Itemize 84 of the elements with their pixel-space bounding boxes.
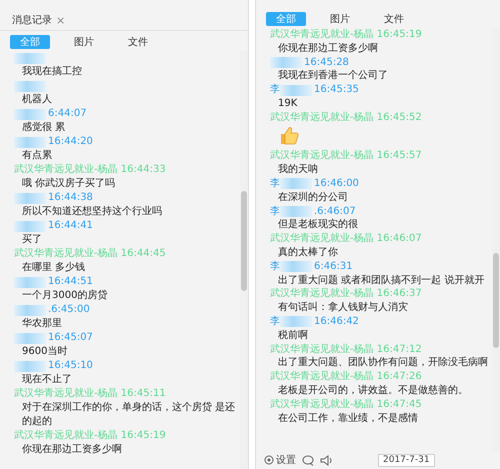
sender-name: 李: [270, 204, 280, 218]
sender-name: 李: [270, 260, 280, 274]
message-time: 16:46:00: [314, 176, 359, 191]
message-text: 但是老板现实的很: [277, 218, 359, 232]
sender-line: 武汉华青远见就业-杨晶 16:47:12: [270, 342, 422, 356]
message-text: 对于在深圳工作的你，单身的话，这个房贷 是还的起的: [21, 401, 236, 429]
message-text: 你现在那边工资多少啊: [277, 42, 379, 56]
blurred-name: [280, 316, 312, 328]
message-text: 我现在到香港一个公司了: [277, 69, 389, 84]
chat-bubble-icon: [302, 454, 314, 466]
tab-title: 消息记录: [12, 14, 52, 27]
message-text: 在哪里 多少钱: [21, 261, 86, 275]
blurred-name: [14, 276, 46, 288]
blurred-name: [14, 108, 46, 120]
blurred-name: [280, 178, 312, 190]
sender-name: 李: [270, 83, 280, 97]
blurred-name: [14, 304, 46, 316]
message-time: 16:45:28: [304, 56, 349, 70]
message-text: 在公司工作，靠业绩，不是感情: [277, 412, 419, 426]
sender-line: 武汉华青远见就业-杨晶 16:44:33: [14, 163, 166, 177]
sender-line: 武汉华青远见就业-杨晶 16:46:37: [270, 287, 422, 302]
sender-line: 武汉华青远见就业-杨晶 16:45:19: [270, 28, 422, 42]
filter-tab[interactable]: 图片: [64, 35, 104, 49]
sender-line: 武汉华青远见就业-杨晶 16:45:19: [14, 429, 166, 443]
message-text: 买了: [21, 233, 43, 247]
speaker-icon: [320, 454, 332, 466]
blurred-name: [14, 136, 46, 148]
blurred-name: [14, 360, 46, 372]
thumbs-up-icon: [278, 124, 300, 145]
message-time: 16:44:41: [48, 219, 93, 233]
blurred-name: [280, 261, 312, 272]
sender-line: 武汉华青远见就业-杨晶 16:46:07: [270, 232, 422, 246]
blurred-name: [14, 332, 46, 344]
blurred-name: [280, 84, 312, 96]
message-text: 我的天呐: [277, 163, 319, 177]
blurred-name: [270, 56, 302, 68]
message-text: 9600当时: [21, 345, 68, 359]
sender-line: 武汉华青远见就业-杨晶 16:47:26: [270, 370, 422, 384]
message-text: 一个月3000的房贷: [21, 289, 108, 303]
sender-line: 武汉华青远见就业-杨晶 16:45:11: [14, 387, 166, 401]
message-text: 出了重大问题 或者和团队搞不到一起 说开就开: [277, 274, 486, 288]
sender-line: 武汉华青远见就业-杨晶 16:45:57: [270, 149, 422, 164]
blurred-name: [14, 220, 46, 232]
filter-tab[interactable]: 文件: [118, 35, 158, 49]
message-text: 有点累: [21, 149, 53, 163]
sender-name: 李: [270, 176, 280, 191]
message-time: 16:44:38: [48, 191, 93, 205]
message-time: 6:46:31: [314, 260, 353, 274]
sender-line: 武汉华青远见就业-杨晶 16:45:52: [270, 110, 422, 125]
message-text: 19K: [277, 96, 298, 111]
message-text: 华农那里: [21, 317, 63, 331]
message-time: 16:44:51: [48, 275, 93, 289]
message-text: 感觉很 累: [21, 121, 66, 135]
message-time: 16:46:42: [314, 314, 359, 329]
message-text: 有句话叫：拿人钱财与人消灾: [277, 301, 409, 315]
message-text: 真的太棒了你: [277, 246, 339, 260]
message-text: 现在不止了: [21, 373, 73, 387]
message-text: 哦 你武汉房子买了吗: [21, 177, 116, 191]
message-time: .6:46:07: [314, 204, 356, 218]
message-text: 在深圳的分公司: [277, 190, 349, 205]
blurred-name: [280, 206, 312, 217]
message-time: 16:45:35: [314, 83, 359, 97]
filter-tab[interactable]: 图片: [320, 12, 360, 26]
message-text: 机器人: [21, 93, 53, 107]
filter-tab[interactable]: 文件: [374, 12, 414, 26]
sender-line: 武汉华青远见就业-杨晶 16:44:45: [14, 247, 166, 261]
message-text: 老板是开公司的，讲效益。不是做慈善的。: [277, 384, 469, 398]
blurred-name: [14, 192, 46, 204]
message-text: 出了重大问题、团队协作有问题，开除没毛病啊: [277, 356, 489, 370]
sender-line: 武汉华青远见就业-杨晶 16:47:45: [270, 398, 422, 412]
message-time: 16:45:10: [48, 359, 93, 373]
message-time: .6:45:00: [48, 303, 90, 317]
message-text: 所以不知道还想坚持这个行业吗: [21, 205, 163, 219]
message-text: 税前啊: [277, 328, 309, 343]
settings-button[interactable]: 设置: [264, 453, 296, 467]
settings-icon: [264, 455, 274, 465]
message-time: 16:45:07: [48, 331, 93, 345]
message-time: 16:44:20: [48, 135, 93, 149]
history-tab[interactable]: 消息记录 ×: [12, 13, 66, 27]
message-time: 6:44:07: [48, 107, 87, 121]
message-text: 我现在搞工控: [21, 65, 83, 79]
date-field[interactable]: 2017-7-31: [378, 454, 435, 466]
sender-name: 李: [270, 314, 280, 329]
message-text: 你现在那边工资多少啊: [21, 443, 123, 457]
